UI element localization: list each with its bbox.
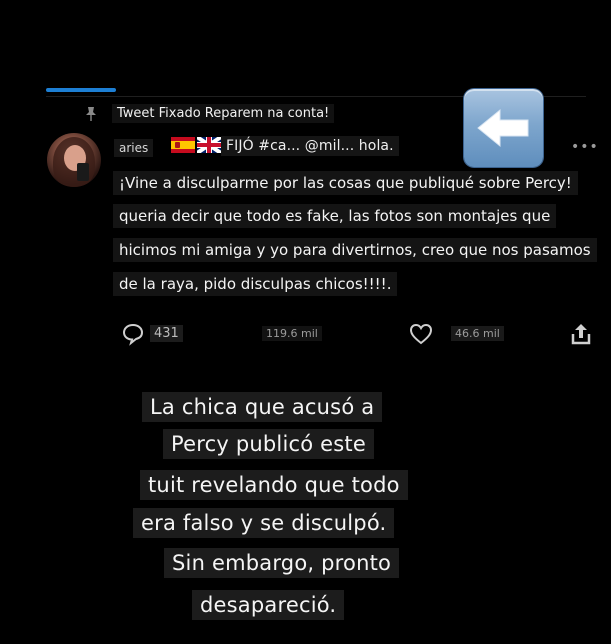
- avatar[interactable]: [47, 133, 101, 187]
- reply-icon[interactable]: [121, 322, 145, 346]
- pin-icon: [86, 107, 96, 121]
- back-arrow-icon: [477, 108, 529, 148]
- flag-group: [171, 137, 221, 153]
- profile-meta: FIJÓ #ca... @mil... hola.: [221, 136, 399, 156]
- like-icon[interactable]: [408, 322, 434, 346]
- caption-line: tuit revelando que todo: [140, 470, 408, 500]
- share-icon[interactable]: [570, 322, 592, 346]
- tweet-text-line: hicimos mi amiga y yo para divertirnos, …: [113, 238, 597, 262]
- retweet-count[interactable]: 119.6 mil: [262, 326, 322, 341]
- caption-line: Sin embargo, pronto: [164, 548, 400, 578]
- more-icon[interactable]: •••: [571, 139, 599, 155]
- pinned-tweet-label: Tweet Fixado Reparem na conta!: [112, 104, 335, 123]
- active-tab-indicator: [46, 88, 116, 92]
- tweet-text-line: queria decir que todo es fake, las fotos…: [113, 204, 557, 228]
- avatar-phone: [77, 163, 89, 181]
- caption-line: La chica que acusó a: [142, 392, 383, 422]
- user-handle[interactable]: aries: [114, 139, 154, 157]
- uk-flag-icon: [197, 137, 221, 153]
- spain-flag-icon: [171, 137, 195, 153]
- back-button[interactable]: [464, 89, 543, 167]
- tweet-text-line: ¡Vine a disculparme por las cosas que pu…: [113, 171, 578, 195]
- caption-line: era falso y se disculpó.: [133, 508, 395, 538]
- screenshot-frame: Tweet Fixado Reparem na conta! aries FIJ…: [0, 0, 611, 644]
- caption-line: desapareció.: [192, 590, 345, 620]
- reply-count: 431: [150, 325, 183, 342]
- caption-line: Percy publicó este: [163, 429, 374, 459]
- tweet-text-line: de la raya, pido disculpas chicos!!!!.: [113, 272, 398, 296]
- like-count: 46.6 mil: [451, 326, 504, 341]
